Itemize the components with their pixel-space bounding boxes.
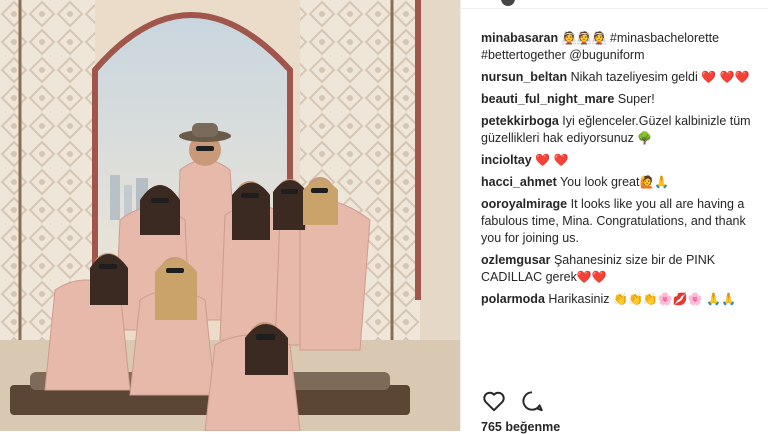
caption-username[interactable]: minabasaran xyxy=(481,31,558,45)
comment-username[interactable]: ooroyalmirage xyxy=(481,197,567,211)
comment-username[interactable]: beauti_ful_night_mare xyxy=(481,92,614,106)
comment: beauti_ful_night_mare Super! xyxy=(481,91,761,108)
comment-username[interactable]: hacci_ahmet xyxy=(481,175,557,189)
comment-icon[interactable] xyxy=(519,388,545,414)
more-options-icon[interactable] xyxy=(501,0,515,6)
likes-count[interactable]: 765 beğenme xyxy=(481,420,560,434)
clapping-emoji-icon: 👏👏👏🌸💋🌸 🙏🙏 xyxy=(613,292,736,306)
heart-icon[interactable] xyxy=(481,388,507,414)
comment-text: Super! xyxy=(617,92,655,106)
comments-list[interactable]: minabasaran 👰👰👰 #minasbachelorette #bett… xyxy=(481,30,761,380)
comment-username[interactable]: ozlemgusar xyxy=(481,253,550,267)
heart-emoji-icon: ❤️ ❤️ xyxy=(535,153,569,167)
tree-emoji-icon: 🌳 xyxy=(637,131,653,145)
comment-text: You look great xyxy=(559,175,640,189)
post-photo[interactable] xyxy=(0,0,460,431)
comment: petekkirboga Iyi eğlenceler.Güzel kalbin… xyxy=(481,113,761,147)
heart-emoji-icon: ❤️❤️ xyxy=(576,270,607,284)
comment: hacci_ahmet You look great🙋🙏 xyxy=(481,174,761,191)
comment-username[interactable]: incioltay xyxy=(481,153,532,167)
heart-icon-svg xyxy=(483,391,505,412)
comment-text: Harikasiniz xyxy=(548,292,610,306)
bride-emoji-icon: 👰👰👰 xyxy=(561,31,607,45)
comments-panel: minabasaran 👰👰👰 #minasbachelorette #bett… xyxy=(461,0,768,434)
instagram-post: minabasaran 👰👰👰 #minasbachelorette #bett… xyxy=(0,0,768,434)
heart-emoji-icon: ❤️ ❤️❤️ xyxy=(701,70,750,84)
comment-icon-svg xyxy=(522,391,543,412)
comment: polarmoda Harikasiniz 👏👏👏🌸💋🌸 🙏🙏 xyxy=(481,291,761,308)
caption: minabasaran 👰👰👰 #minasbachelorette #bett… xyxy=(481,30,761,64)
comment-username[interactable]: nursun_beltan xyxy=(481,70,567,84)
comment: ozlemgusar Şahanesiniz size bir de PINK … xyxy=(481,252,761,286)
comment-username[interactable]: petekkirboga xyxy=(481,114,559,128)
bachelorette-group-photo xyxy=(0,0,460,431)
praying-emoji-icon: 🙋🙏 xyxy=(639,175,670,189)
post-header xyxy=(461,0,768,9)
comment-username[interactable]: polarmoda xyxy=(481,292,545,306)
comment: ooroyalmirage It looks like you all are … xyxy=(481,196,761,247)
comment-text: Nikah tazeliyesim geldi xyxy=(570,70,698,84)
comment: nursun_beltan Nikah tazeliyesim geldi ❤️… xyxy=(481,69,761,86)
comment: incioltay ❤️ ❤️ xyxy=(481,152,761,169)
